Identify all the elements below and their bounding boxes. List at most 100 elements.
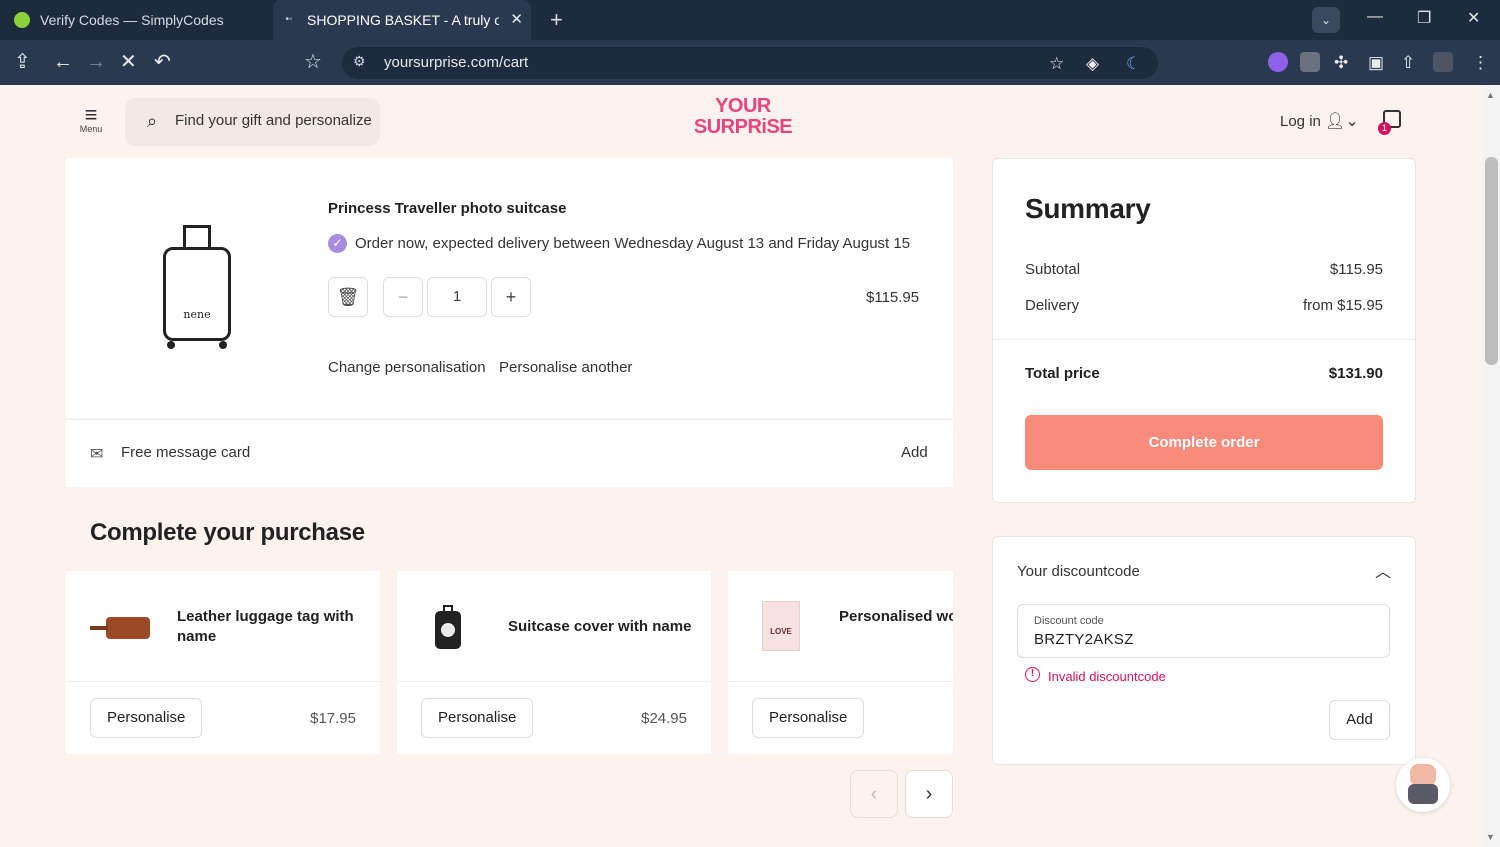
recommendation-top: Suitcase cover with name [397,571,711,682]
undo-icon[interactable]: ↶ [154,50,171,74]
personalise-button[interactable]: Personalise [421,698,534,738]
personalise-another-link[interactable]: Personalise another [499,359,632,376]
user-icon[interactable]: 👤︎⌄ [1325,111,1359,131]
search-input[interactable]: Find your gift and personalize [175,112,372,129]
recommendation-card: Leather luggage tag with name Personalis… [66,571,380,754]
dark-mode-icon[interactable]: ☾ [1126,52,1141,76]
cart-item-price: $115.95 [866,289,920,306]
recommendations-carousel: Leather luggage tag with name Personalis… [66,571,953,754]
tab-title: SHOPPING BASKET - A truly original [307,12,499,28]
message-card-label: Free message card [121,444,251,461]
postcard-love-print: LOVE [770,627,792,636]
carousel-prev-button[interactable]: ‹ [850,770,898,818]
cart-item-title[interactable]: Princess Traveller photo suitcase [328,200,566,217]
chat-assistant-button[interactable] [1396,758,1450,812]
chevron-up-icon[interactable]: ︿ [1375,558,1391,582]
lock-extension-icon[interactable] [1300,52,1320,72]
save-page-icon[interactable]: ⇪ [14,50,31,74]
tab-simplycodes[interactable]: Verify Codes — SimplyCodes [0,0,272,40]
tag-strap [90,626,108,630]
close-window-icon[interactable]: ✕ [1467,8,1480,28]
carousel-next-button[interactable]: › [905,770,953,818]
suitcase-name-print: nene [183,308,211,321]
wooden-postcard-image: LOVE [752,599,814,655]
scrollbar-thumb[interactable] [1485,157,1498,365]
increase-quantity-button[interactable]: + [491,277,531,317]
delete-item-button[interactable]: 🗑︎ [328,277,368,317]
tag-body [106,617,150,639]
search-icon: ⌕ [147,111,158,131]
recommendation-name[interactable]: Leather luggage tag with name [177,607,367,647]
change-personalisation-link[interactable]: Change personalisation [328,359,486,376]
side-panel-icon[interactable]: ▣ [1368,51,1384,75]
recommendation-card: Suitcase cover with name Personalise $24… [397,571,711,754]
summary-title: Summary [1025,193,1151,224]
site-info-icon[interactable]: ⚙ [353,53,366,70]
discount-field-label: Discount code [1034,615,1104,627]
subtotal-label: Subtotal [1025,261,1081,278]
recommendation-top: LOVE Personalised wooden postcard - Love [728,571,953,682]
extension-purple-icon[interactable] [1268,52,1288,72]
luggage-tag-image [90,599,152,655]
check-icon: ✓ [328,234,347,253]
layers-extension-icon[interactable]: ◈ [1086,52,1099,76]
complete-purchase-title: Complete your purchase [90,519,365,546]
summary-divider [993,339,1415,340]
suitcase-product-image: nene [163,225,231,349]
total-label: Total price [1025,365,1100,382]
search-bar[interactable]: ⌕ Find your gift and personalize [125,98,380,146]
recommendation-price: $24.95 [641,710,687,727]
logo-line-2: SURPRiSE [693,116,793,138]
star-icon[interactable]: ☆ [1049,52,1064,76]
url-text[interactable]: yoursurprise.com/cart [384,54,528,71]
chevron-left-icon: ‹ [870,783,878,805]
decrease-quantity-button[interactable]: − [383,277,423,317]
add-discount-button[interactable]: Add [1329,700,1390,740]
forward-icon[interactable]: → [86,50,106,74]
quantity-input[interactable]: 1 [427,277,487,317]
recommendation-price: $17.95 [310,710,356,727]
restore-icon[interactable]: ❐ [1417,8,1431,28]
personalise-button[interactable]: Personalise [752,698,865,738]
subtotal-row: Subtotal $115.95 [1025,261,1383,278]
delivery-estimate: Order now, expected delivery between Wed… [355,235,911,252]
cover-photo [441,623,455,637]
total-row: Total price $131.90 [1025,365,1383,382]
wheel [219,341,227,349]
trash-icon: 🗑︎ [336,287,360,307]
discount-code-input[interactable]: BRZTY2AKSZ [1034,631,1134,648]
scroll-down-icon[interactable]: ▼ [1486,832,1495,842]
discount-title[interactable]: Your discountcode [1017,563,1140,580]
add-message-card-link[interactable]: Add [901,444,928,461]
login-link[interactable]: Log in [1280,113,1321,130]
delivery-value: from $15.95 [1302,297,1383,314]
recommendation-name[interactable]: Suitcase cover with name [508,617,698,637]
bookmark-icon[interactable]: ☆ [304,50,322,74]
more-menu-icon[interactable]: ⋮ [1472,51,1489,75]
plus-icon: + [505,287,517,307]
minimize-icon[interactable]: — [1367,8,1383,26]
yoursurprise-logo[interactable]: YOUR SURPRiSE [693,96,793,142]
suitcase-cover-image [421,599,483,655]
complete-order-button[interactable]: Complete order [1025,415,1383,470]
stop-loading-icon[interactable]: ✕ [120,50,137,74]
profile-avatar-icon[interactable] [1433,52,1453,72]
robot-body [1408,784,1438,804]
scroll-up-icon[interactable]: ▲ [1486,90,1495,100]
delivery-label: Delivery [1025,297,1080,314]
robot-head [1410,764,1436,786]
tab-search-icon[interactable]: ⌄ [1312,7,1340,33]
menu-button[interactable]: ≡ Menu [78,104,104,135]
delivery-row: Delivery from $15.95 [1025,297,1383,314]
loading-icon: •◦ [285,14,293,25]
recommendation-name[interactable]: Personalised wooden postcard - Love [839,607,953,627]
back-icon[interactable]: ← [53,50,73,74]
extensions-puzzle-icon[interactable]: ✣ [1334,51,1348,75]
upload-icon[interactable]: ⇧ [1401,51,1415,75]
wheel [167,341,175,349]
close-tab-icon[interactable]: ✕ [510,10,523,28]
personalise-button[interactable]: Personalise [90,698,203,738]
postcard-body [762,601,800,651]
tab-shopping-basket[interactable]: •◦ SHOPPING BASKET - A truly original ✕ [273,0,531,40]
new-tab-icon[interactable]: + [550,7,563,33]
